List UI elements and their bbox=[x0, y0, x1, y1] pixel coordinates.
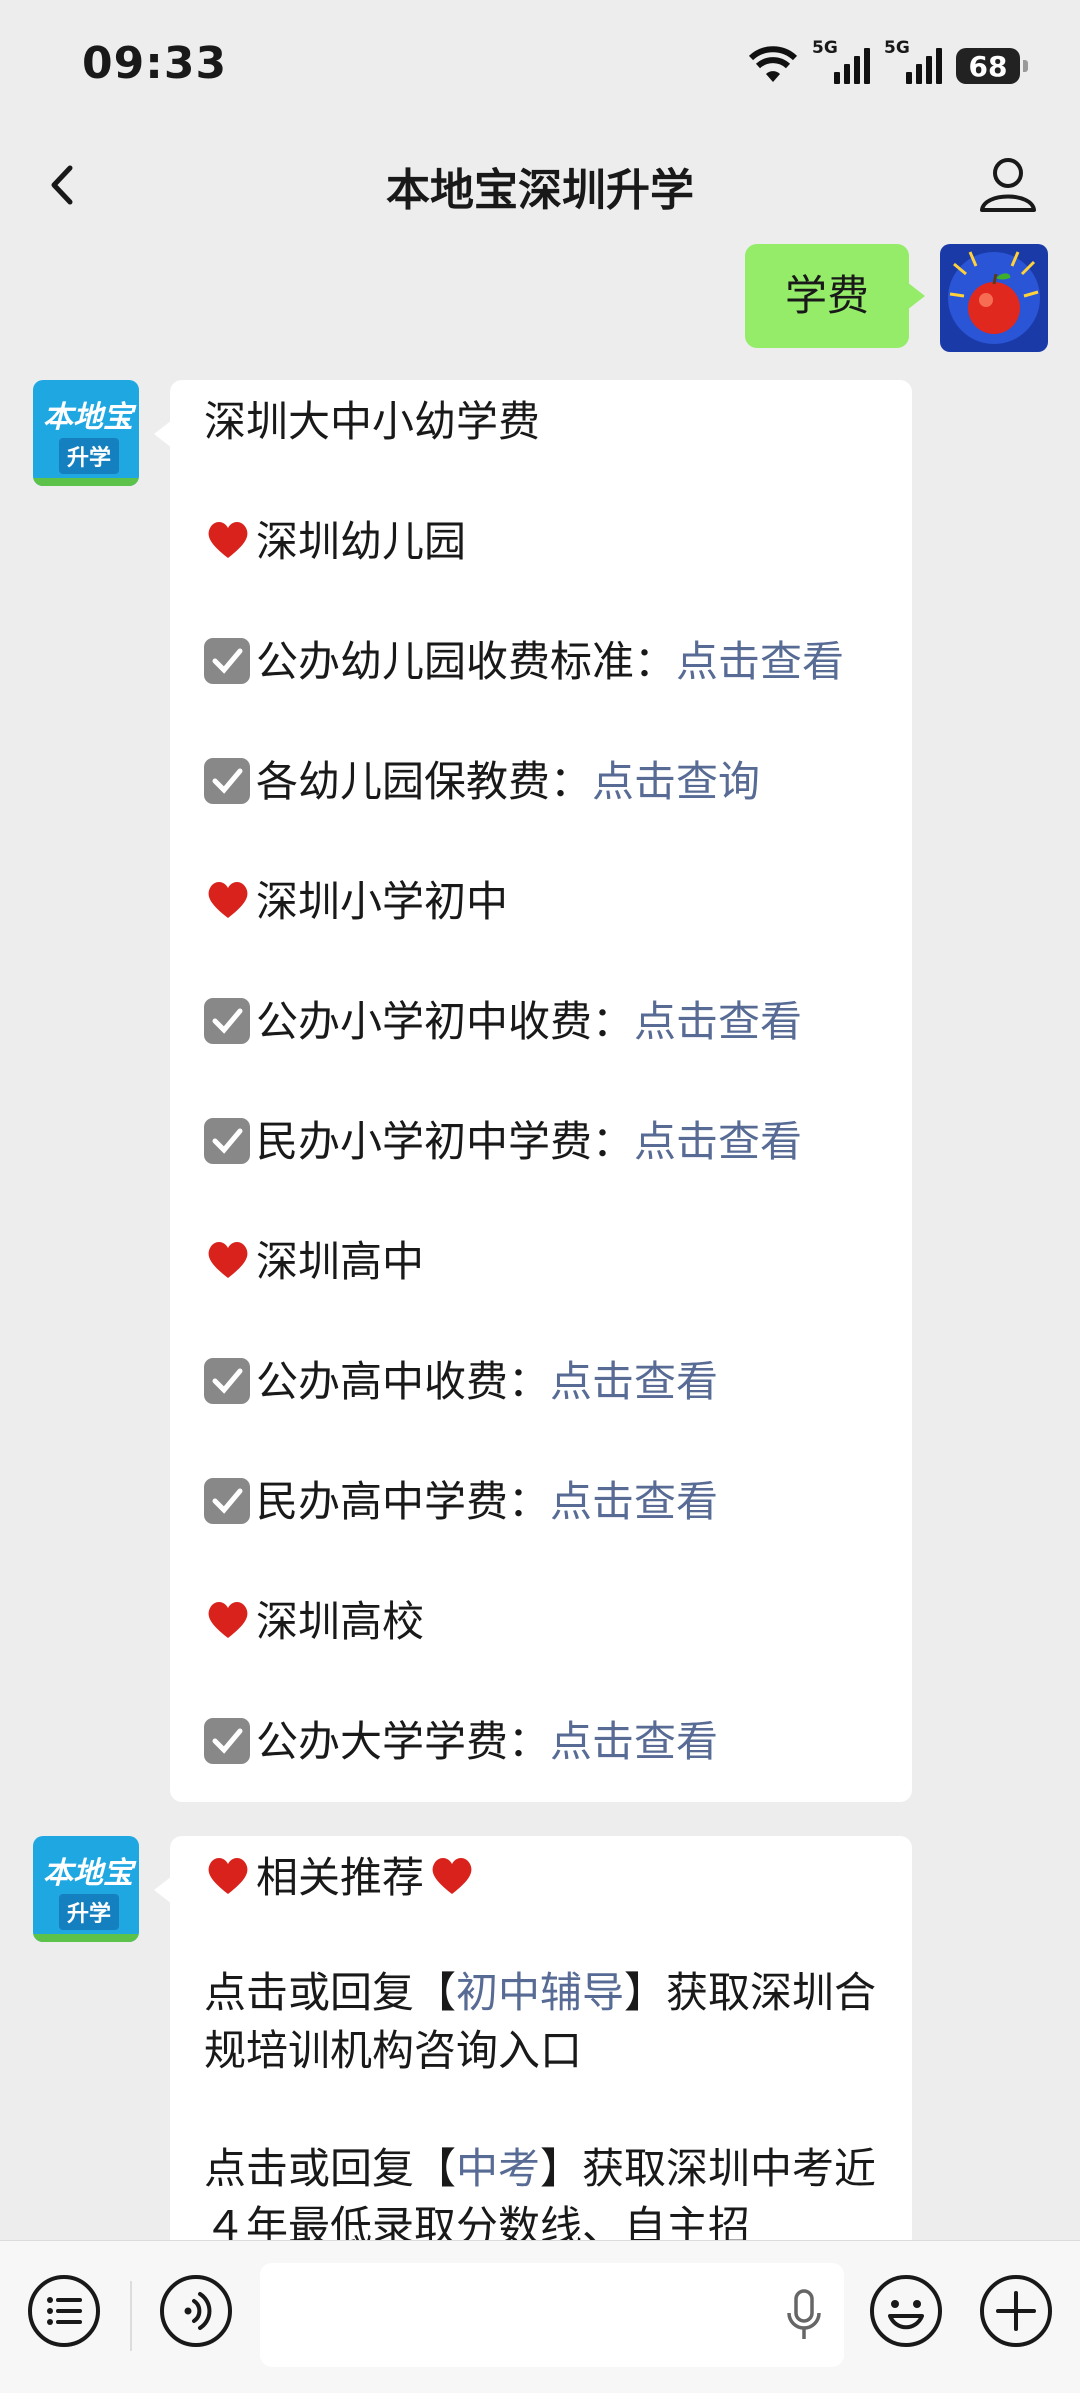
view-link[interactable]: 点击查看 bbox=[550, 1477, 718, 1526]
voice-icon[interactable] bbox=[158, 2273, 234, 2349]
section-heading: 深圳幼儿园 bbox=[204, 514, 466, 570]
checkbox-icon bbox=[204, 1118, 250, 1164]
fee-message-title: 深圳大中小幼学费 bbox=[204, 397, 541, 446]
view-link[interactable]: 点击查看 bbox=[676, 637, 844, 686]
plus-icon[interactable] bbox=[978, 2273, 1054, 2349]
list-item[interactable]: 各幼儿园保教费：点击查询 bbox=[204, 754, 760, 810]
emoji-icon[interactable] bbox=[868, 2273, 944, 2349]
wifi-icon bbox=[748, 46, 798, 82]
heart-icon bbox=[208, 522, 248, 558]
tutoring-link[interactable]: 初中辅导 bbox=[456, 1968, 624, 2017]
recommend-paragraph: 点击或回复【中考】获取深圳中考近４年最低录取分数线、自主招 bbox=[204, 2144, 877, 2240]
query-link[interactable]: 点击查询 bbox=[592, 757, 760, 806]
user-message-text: 学费 bbox=[784, 271, 869, 320]
checkbox-icon bbox=[204, 1358, 250, 1404]
heart-icon bbox=[208, 1242, 248, 1278]
message-input[interactable] bbox=[260, 2263, 844, 2367]
checkbox-icon bbox=[204, 998, 250, 1044]
checkbox-icon bbox=[204, 1718, 250, 1764]
list-item[interactable]: 民办高中学费：点击查看 bbox=[204, 1474, 718, 1530]
account-avatar[interactable]: 本地宝 升学 bbox=[33, 380, 139, 486]
view-link[interactable]: 点击查看 bbox=[634, 1117, 802, 1166]
view-link[interactable]: 点击查看 bbox=[634, 997, 802, 1046]
account-logo-sub: 升学 bbox=[59, 1894, 120, 1930]
view-link[interactable]: 点击查看 bbox=[550, 1717, 718, 1766]
status-icons: 5G 5G 68 bbox=[748, 38, 1028, 92]
list-item[interactable]: 公办小学初中收费：点击查看 bbox=[204, 994, 802, 1050]
section-heading: 深圳小学初中 bbox=[204, 874, 508, 930]
nav-bar: 本地宝深圳升学 bbox=[0, 130, 1080, 240]
chat-area[interactable]: 学费 本地宝 升学 深圳大中小幼学费 深圳幼儿园 公办幼儿园收费标准：点击查看 bbox=[0, 240, 1080, 2240]
zhongkao-link[interactable]: 中考 bbox=[456, 2144, 540, 2193]
heart-icon bbox=[432, 1858, 472, 1894]
checkbox-icon bbox=[204, 1478, 250, 1524]
heart-icon bbox=[208, 1858, 248, 1894]
menu-icon[interactable] bbox=[26, 2273, 102, 2349]
mic-icon[interactable] bbox=[784, 2287, 824, 2343]
account-avatar[interactable]: 本地宝 升学 bbox=[33, 1836, 139, 1942]
checkbox-icon bbox=[204, 758, 250, 804]
list-item[interactable]: 公办大学学费：点击查看 bbox=[204, 1714, 718, 1770]
recommend-heading: 相关推荐 bbox=[204, 1850, 480, 1906]
fee-message-bubble[interactable]: 深圳大中小幼学费 深圳幼儿园 公办幼儿园收费标准：点击查看 各幼儿园保教费：点击… bbox=[154, 380, 912, 1802]
section-heading: 深圳高校 bbox=[204, 1594, 424, 1650]
recommend-message-bubble[interactable]: 相关推荐 点击或回复【初中辅导】获取深圳合规培训机构咨询入口 点击或回复【中考】… bbox=[154, 1836, 912, 2240]
user-avatar[interactable] bbox=[940, 244, 1048, 352]
recommend-paragraph: 点击或回复【初中辅导】获取深圳合规培训机构咨询入口 bbox=[204, 1968, 877, 2075]
account-logo-text: 本地宝 bbox=[43, 400, 133, 435]
view-link[interactable]: 点击查看 bbox=[550, 1357, 718, 1406]
list-item[interactable]: 公办幼儿园收费标准：点击查看 bbox=[204, 634, 844, 690]
signal-2-icon: 5G bbox=[884, 38, 942, 88]
account-logo-text: 本地宝 bbox=[43, 1856, 133, 1891]
account-logo-sub: 升学 bbox=[59, 438, 120, 474]
battery-icon: 68 bbox=[956, 48, 1028, 84]
apple-avatar-icon bbox=[940, 244, 1048, 352]
status-bar: 09:33 5G 5G 68 bbox=[0, 0, 1080, 130]
heart-icon bbox=[208, 882, 248, 918]
section-heading: 深圳高中 bbox=[204, 1234, 424, 1290]
signal-1-icon: 5G bbox=[812, 38, 870, 88]
input-bar bbox=[0, 2240, 1080, 2393]
user-message-bubble[interactable]: 学费 bbox=[744, 244, 926, 348]
divider bbox=[130, 2281, 132, 2351]
heart-icon bbox=[208, 1602, 248, 1638]
profile-icon[interactable] bbox=[972, 148, 1044, 220]
page-title: 本地宝深圳升学 bbox=[386, 165, 694, 216]
list-item[interactable]: 公办高中收费：点击查看 bbox=[204, 1354, 718, 1410]
checkbox-icon bbox=[204, 638, 250, 684]
list-item[interactable]: 民办小学初中学费：点击查看 bbox=[204, 1114, 802, 1170]
status-time: 09:33 bbox=[82, 38, 228, 89]
